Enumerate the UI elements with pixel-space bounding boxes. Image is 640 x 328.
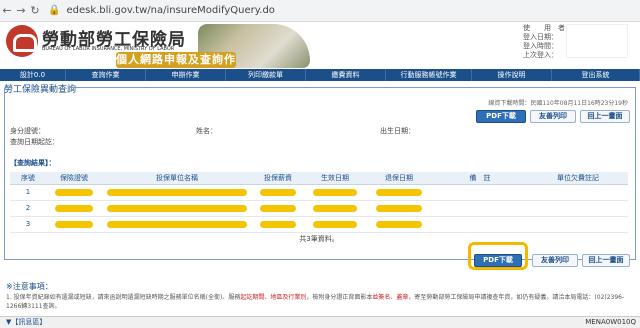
user-info: 使 用 者： 登入日期： 登入時間： 上次登入： bbox=[523, 24, 572, 60]
table-row: 1 bbox=[10, 184, 628, 201]
row-number: 3 bbox=[10, 216, 46, 233]
notes-text-part: ，檢附身分證正背面影本 bbox=[306, 294, 373, 301]
redaction-mark bbox=[376, 204, 422, 212]
reload-icon[interactable]: ↻ bbox=[28, 4, 42, 17]
redaction-mark bbox=[55, 204, 93, 212]
bli-logo-icon bbox=[6, 25, 38, 57]
redaction-mark bbox=[107, 220, 247, 228]
screen-code: MENA0W010Q bbox=[585, 318, 636, 326]
notes-text: 1. 投保年資紀錄如有遺漏或短缺，請來函說明遺漏短缺時期之服務單位名稱(全銜)、… bbox=[6, 293, 626, 311]
redaction-mark bbox=[313, 220, 357, 228]
table-header-row: 序號 保險證號 投保單位名稱 投保薪資 生效日期 退保日期 備 註 單位欠費註記 bbox=[10, 172, 628, 185]
friendly-print-button-bottom[interactable]: 友善列印 bbox=[532, 254, 578, 267]
birth-label: 出生日期： bbox=[380, 127, 415, 135]
user-info-line: 使 用 者： bbox=[523, 24, 572, 32]
redaction-mark bbox=[376, 220, 422, 228]
redaction-mark bbox=[313, 204, 357, 212]
query-date-label: 查詢日期起訖： bbox=[10, 138, 59, 146]
col-header: 生效日期 bbox=[304, 172, 366, 185]
redaction-mark bbox=[260, 220, 296, 228]
friendly-print-button[interactable]: 友善列印 bbox=[530, 110, 576, 123]
redaction-mark bbox=[107, 188, 247, 196]
forward-arrow-icon[interactable]: → bbox=[14, 4, 28, 17]
menu-item-mobile-account[interactable]: 行動服務帳號作業 bbox=[386, 69, 472, 81]
result-table: 序號 保險證號 投保單位名稱 投保薪資 生效日期 退保日期 備 註 單位欠費註記… bbox=[10, 172, 628, 233]
redaction-mark bbox=[55, 220, 93, 228]
back-button[interactable]: 回上一畫面 bbox=[580, 110, 630, 123]
pdf-button-highlight bbox=[468, 242, 528, 270]
user-info-line: 登入日期： bbox=[523, 33, 558, 41]
redaction-mark bbox=[55, 188, 93, 196]
redaction-mark bbox=[260, 204, 296, 212]
notes-text-highlight: 並簽名、蓋章 bbox=[372, 294, 409, 301]
redaction-mark bbox=[313, 188, 357, 196]
col-header: 投保單位名稱 bbox=[102, 172, 252, 185]
user-info-line: 登入時間： bbox=[523, 42, 558, 50]
col-header: 備 註 bbox=[432, 172, 528, 185]
pdf-download-button[interactable]: PDF下載 bbox=[476, 110, 526, 123]
col-header: 退保日期 bbox=[366, 172, 432, 185]
menu-item-help[interactable]: 操作說明 bbox=[472, 69, 552, 81]
menu-item-version[interactable]: 設計0.0 bbox=[0, 69, 66, 81]
menu-item-apply[interactable]: 申辦作業 bbox=[146, 69, 226, 81]
lock-icon: 🔒 bbox=[48, 5, 61, 16]
menu-item-payment[interactable]: 繳費資料 bbox=[306, 69, 386, 81]
id-label: 身分證號： bbox=[10, 127, 45, 135]
result-summary: 共3筆資料。 bbox=[299, 235, 339, 243]
message-area-toggle[interactable]: ▼【訊息區】 bbox=[6, 317, 46, 328]
site-header: 勞動部勞工保險局 BUREAU OF LABOR INSURANCE, MINI… bbox=[0, 22, 640, 82]
col-header: 單位欠費註記 bbox=[528, 172, 628, 185]
table-row: 3 bbox=[10, 216, 628, 233]
col-header: 序號 bbox=[10, 172, 46, 185]
name-label: 姓名： bbox=[196, 127, 217, 135]
browser-address-bar: ← → ↻ 🔒 edesk.bli.gov.tw/na/insureModify… bbox=[0, 0, 640, 22]
back-button-bottom[interactable]: 回上一畫面 bbox=[582, 254, 630, 267]
url-text[interactable]: edesk.bli.gov.tw/na/insureModifyQuery.do bbox=[66, 5, 274, 16]
col-header: 保險證號 bbox=[46, 172, 102, 185]
menu-item-print-bill[interactable]: 列印繳款單 bbox=[226, 69, 306, 81]
notes-text-part: 1. 投保年資紀錄如有遺漏或短缺，請來函說明遺漏短缺時期之服務單位名稱(全銜)、… bbox=[6, 294, 241, 301]
user-info-line: 上次登入： bbox=[523, 51, 558, 59]
print-time: 線資下載時間：民國110年08月11日16時23分19秒 bbox=[488, 100, 628, 107]
notes-text-highlight: 起訖期間、地區及行業別 bbox=[240, 294, 307, 301]
user-info-redaction bbox=[566, 24, 628, 58]
status-bar: ▼【訊息區】 MENA0W010Q bbox=[0, 316, 640, 328]
redaction-mark bbox=[260, 188, 296, 196]
row-number: 2 bbox=[10, 200, 46, 217]
back-arrow-icon[interactable]: ← bbox=[0, 4, 14, 17]
row-number: 1 bbox=[10, 184, 46, 201]
main-menu: 設計0.0 查詢作業 申辦作業 列印繳款單 繳費資料 行動服務帳號作業 操作說明… bbox=[0, 69, 640, 81]
col-header: 投保薪資 bbox=[252, 172, 304, 185]
redaction-mark bbox=[107, 204, 247, 212]
banner-title: 個人網路申報及查詢作業 bbox=[116, 52, 236, 82]
table-row: 2 bbox=[10, 200, 628, 217]
menu-item-logout[interactable]: 登出系統 bbox=[552, 69, 640, 81]
notes-title: ※注意事項： bbox=[6, 282, 53, 291]
menu-item-query[interactable]: 查詢作業 bbox=[66, 69, 146, 81]
result-title: 【查詢結果】： bbox=[10, 159, 56, 167]
redaction-mark bbox=[376, 188, 422, 196]
